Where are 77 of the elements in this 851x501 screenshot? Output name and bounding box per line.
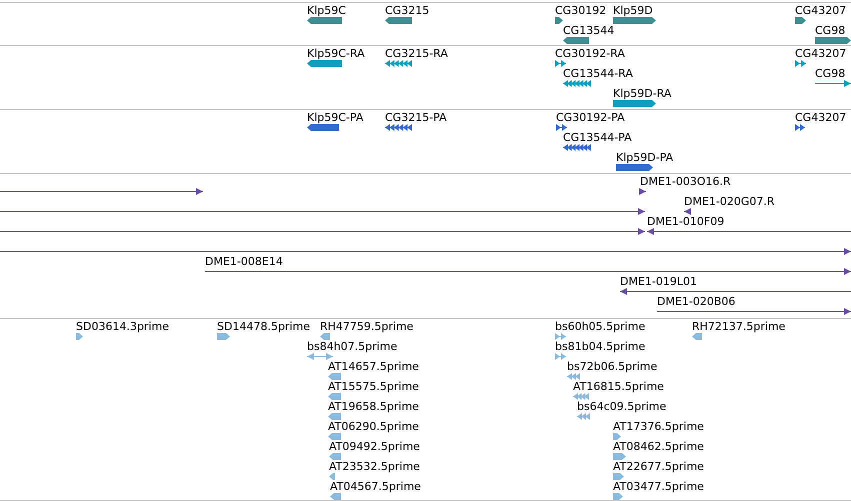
feature-label: CG43207 xyxy=(795,111,846,124)
feature-glyph[interactable] xyxy=(385,124,412,131)
feature-label: SD03614.3prime xyxy=(76,320,169,333)
feature-glyph[interactable] xyxy=(0,208,645,215)
feature-label: bs64c09.5prime xyxy=(577,400,666,413)
feature-glyph[interactable] xyxy=(616,164,653,171)
feature-glyph[interactable] xyxy=(556,124,567,131)
feature-label: Klp59C-PA xyxy=(307,111,364,124)
feature-label: CG98 xyxy=(815,67,846,80)
feature-label: CG13544-PA xyxy=(563,131,632,144)
feature-label: Klp59C xyxy=(307,4,346,17)
feature-label: DME1-008E14 xyxy=(205,255,283,268)
feature-label: AT22677.5prime xyxy=(613,460,704,473)
feature-label: CG3215-RA xyxy=(385,47,448,60)
feature-label: CG43207 xyxy=(795,4,846,17)
feature-label: AT14657.5prime xyxy=(328,360,419,373)
feature-glyph[interactable] xyxy=(563,80,591,87)
feature-label: AT08462.5prime xyxy=(613,440,704,453)
feature-glyph[interactable] xyxy=(0,248,851,255)
feature-label: RH72137.5prime xyxy=(692,320,786,333)
feature-glyph[interactable] xyxy=(613,100,656,107)
feature-label: DME1-020G07.R xyxy=(684,195,775,208)
feature-label: CG3215 xyxy=(385,4,430,17)
feature-label: AT09492.5prime xyxy=(329,440,420,453)
feature-glyph[interactable] xyxy=(815,80,851,87)
feature-label: CG30192-PA xyxy=(556,111,625,124)
feature-glyph[interactable] xyxy=(613,17,656,24)
feature-glyph[interactable] xyxy=(563,37,589,44)
feature-label: CG13544 xyxy=(563,24,614,37)
feature-label: AT17376.5prime xyxy=(613,420,704,433)
feature-label: CG3215-PA xyxy=(385,111,447,124)
feature-label: bs60h05.5prime xyxy=(555,320,646,333)
feature-label: bs72b06.5prime xyxy=(567,360,658,373)
feature-glyph[interactable] xyxy=(307,60,342,67)
feature-label: Klp59D-PA xyxy=(616,151,674,164)
feature-label: DME1-019L01 xyxy=(620,275,697,288)
feature-label: AT06290.5prime xyxy=(328,420,419,433)
feature-glyph[interactable] xyxy=(657,308,851,315)
feature-label: bs81b04.5prime xyxy=(555,340,646,353)
feature-label: CG30192-RA xyxy=(555,47,625,60)
feature-glyph[interactable] xyxy=(555,17,563,24)
feature-label: AT19658.5prime xyxy=(328,400,419,413)
feature-label: SD14478.5prime xyxy=(217,320,310,333)
feature-glyph[interactable] xyxy=(0,188,203,195)
feature-glyph[interactable] xyxy=(0,228,645,235)
feature-label: bs84h07.5prime xyxy=(307,340,398,353)
feature-glyph[interactable] xyxy=(795,17,806,24)
feature-glyph[interactable] xyxy=(563,144,591,151)
feature-glyph[interactable] xyxy=(385,17,412,24)
feature-glyph[interactable] xyxy=(555,60,566,67)
feature-label: CG43207 xyxy=(795,47,846,60)
feature-label: CG98 xyxy=(815,24,846,37)
feature-label: Klp59D-RA xyxy=(613,87,672,100)
feature-glyph[interactable] xyxy=(795,60,806,67)
feature-label: AT04567.5prime xyxy=(330,480,421,493)
feature-label: Klp59D xyxy=(613,4,653,17)
feature-glyph[interactable] xyxy=(815,37,851,44)
feature-label: AT03477.5prime xyxy=(613,480,704,493)
feature-label: DME1-003O16.R xyxy=(640,175,731,188)
feature-glyph[interactable] xyxy=(647,228,851,235)
feature-glyph[interactable] xyxy=(640,188,646,195)
feature-glyph[interactable] xyxy=(307,17,342,24)
feature-label: AT16815.5prime xyxy=(573,380,664,393)
feature-label: Klp59C-RA xyxy=(307,47,365,60)
feature-label: AT23532.5prime xyxy=(329,460,420,473)
feature-glyph[interactable] xyxy=(795,124,805,131)
feature-glyph[interactable] xyxy=(684,208,691,215)
feature-label: RH47759.5prime xyxy=(320,320,414,333)
feature-label: CG13544-RA xyxy=(563,67,633,80)
feature-glyph[interactable] xyxy=(205,268,851,275)
feature-label: DME1-010F09 xyxy=(647,215,724,228)
feature-glyph[interactable] xyxy=(307,124,339,131)
feature-glyph[interactable] xyxy=(385,60,412,67)
feature-label: DME1-020B06 xyxy=(657,295,736,308)
feature-label: CG30192 xyxy=(555,4,606,17)
feature-label: AT15575.5prime xyxy=(328,380,419,393)
feature-glyph[interactable] xyxy=(620,288,851,295)
